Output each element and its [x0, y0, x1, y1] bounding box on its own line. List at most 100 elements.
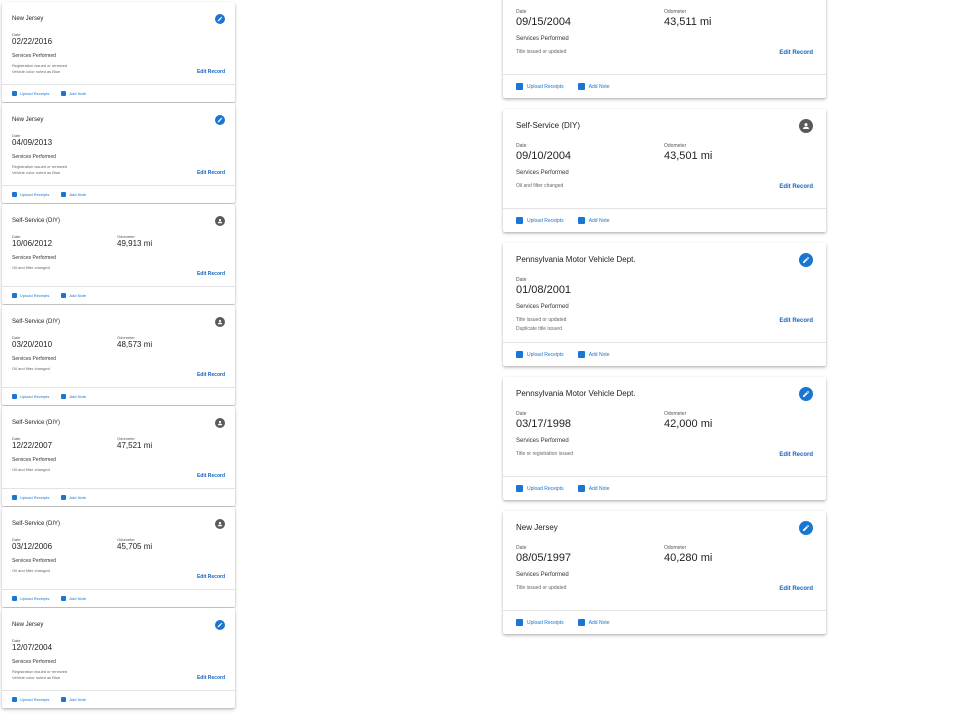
- edit-record-link[interactable]: Edit Record: [197, 473, 225, 479]
- upload-receipts-button[interactable]: Upload Receipts: [516, 83, 564, 90]
- upload-receipts-button[interactable]: Upload Receipts: [12, 293, 49, 298]
- record-date: 09/10/2004: [516, 150, 572, 162]
- services-performed-label: Services Performed: [12, 659, 56, 665]
- upload-receipts-label: Upload Receipts: [527, 83, 564, 90]
- upload-receipts-button[interactable]: Upload Receipts: [12, 697, 49, 702]
- add-note-label: Add Note: [69, 293, 87, 298]
- service-item: Duplicate title issued: [516, 326, 562, 332]
- upload-receipts-button[interactable]: Upload Receipts: [12, 495, 49, 500]
- add-note-button[interactable]: Add Note: [61, 495, 86, 500]
- record-type-icon[interactable]: [215, 418, 225, 428]
- provider-name: Self-Service (DIY): [12, 521, 61, 527]
- add-note-button[interactable]: Add Note: [61, 596, 86, 601]
- service-item: Oil and filter changed: [12, 568, 50, 573]
- upload-icon: [12, 192, 17, 197]
- record-type-icon[interactable]: [215, 620, 225, 630]
- edit-record-link[interactable]: Edit Record: [779, 50, 813, 56]
- edit-record-link[interactable]: Edit Record: [779, 318, 813, 324]
- record-date: 04/09/2013: [12, 138, 53, 147]
- add-note-button[interactable]: Add Note: [61, 293, 86, 298]
- upload-receipts-label: Upload Receipts: [20, 192, 50, 197]
- service-item: Vehicle color noted as Blue: [12, 675, 61, 680]
- add-note-button[interactable]: Add Note: [577, 351, 610, 358]
- service-item: Vehicle color noted as Blue: [12, 170, 61, 175]
- upload-receipts-label: Upload Receipts: [20, 394, 50, 399]
- add-note-button[interactable]: Add Note: [61, 192, 86, 197]
- service-item: Registration issued or renewed: [12, 669, 68, 674]
- service-item: Registration issued or renewed: [12, 63, 68, 68]
- service-item: Title or registration issued: [516, 451, 574, 457]
- upload-receipts-button[interactable]: Upload Receipts: [12, 596, 49, 601]
- service-record-card: Pennsylvania Motor Vehicle Dept. Date 01…: [503, 243, 826, 366]
- record-date: 02/22/2016: [12, 37, 53, 46]
- upload-receipts-button[interactable]: Upload Receipts: [516, 619, 564, 626]
- services-performed-label: Services Performed: [12, 457, 56, 463]
- edit-record-link[interactable]: Edit Record: [197, 574, 225, 580]
- upload-icon: [12, 495, 17, 500]
- record-date: 12/07/2004: [12, 643, 53, 652]
- add-note-button[interactable]: Add Note: [577, 485, 610, 492]
- odometer-label: Odometer: [664, 545, 687, 551]
- record-type-icon[interactable]: [215, 14, 225, 24]
- date-label: Date: [516, 411, 527, 417]
- card-actions: Upload Receipts Add Note: [503, 342, 826, 366]
- edit-record-link[interactable]: Edit Record: [197, 372, 225, 378]
- service-item: Title issued or updated: [516, 49, 567, 55]
- record-type-icon[interactable]: [215, 216, 225, 226]
- upload-receipts-button[interactable]: Upload Receipts: [12, 192, 49, 197]
- odometer-label: Odometer: [664, 9, 687, 15]
- edit-record-link[interactable]: Edit Record: [197, 69, 225, 75]
- service-record-card: Self-Service (DIY) Date 12/22/2007 Odome…: [2, 406, 235, 506]
- record-type-icon[interactable]: [799, 521, 813, 535]
- record-date: 08/05/1997: [516, 552, 572, 564]
- person-icon: [217, 319, 223, 325]
- edit-record-link[interactable]: Edit Record: [779, 184, 813, 190]
- provider-name: New Jersey: [12, 117, 44, 123]
- add-note-button[interactable]: Add Note: [577, 619, 610, 626]
- person-icon: [217, 420, 223, 426]
- edit-record-link[interactable]: Edit Record: [779, 452, 813, 458]
- service-item: Oil and filter changed: [12, 467, 50, 472]
- record-type-icon[interactable]: [799, 387, 813, 401]
- upload-receipts-button[interactable]: Upload Receipts: [516, 351, 564, 358]
- upload-receipts-button[interactable]: Upload Receipts: [516, 485, 564, 492]
- date-label: Date: [516, 545, 527, 551]
- upload-receipts-label: Upload Receipts: [527, 217, 564, 224]
- upload-icon: [12, 394, 17, 399]
- record-type-icon[interactable]: [215, 115, 225, 125]
- upload-receipts-label: Upload Receipts: [20, 596, 50, 601]
- record-type-icon[interactable]: [215, 317, 225, 327]
- record-type-icon[interactable]: [215, 519, 225, 529]
- services-performed-label: Services Performed: [516, 36, 569, 42]
- record-date: 10/06/2012: [12, 239, 53, 248]
- service-record-card: Self-Service (DIY) Date 03/20/2010 Odome…: [2, 305, 235, 405]
- add-note-button[interactable]: Add Note: [61, 697, 86, 702]
- service-record-card: New Jersey Date 08/05/1997 Odometer 40,2…: [503, 511, 826, 634]
- edit-record-link[interactable]: Edit Record: [197, 675, 225, 681]
- service-record-card: Self-Service (DIY) Date 03/12/2006 Odome…: [2, 507, 235, 607]
- edit-record-link[interactable]: Edit Record: [197, 271, 225, 277]
- add-note-button[interactable]: Add Note: [61, 91, 86, 96]
- upload-receipts-button[interactable]: Upload Receipts: [12, 394, 49, 399]
- card-actions: Upload Receipts Add Note: [2, 690, 235, 708]
- note-icon: [577, 217, 585, 224]
- card-actions: Upload Receipts Add Note: [503, 74, 826, 98]
- add-note-button[interactable]: Add Note: [577, 217, 610, 224]
- services-performed-label: Services Performed: [516, 438, 569, 444]
- edit-record-link[interactable]: Edit Record: [197, 170, 225, 176]
- add-note-label: Add Note: [588, 619, 610, 626]
- record-type-icon[interactable]: [799, 119, 813, 133]
- edit-record-link[interactable]: Edit Record: [779, 586, 813, 592]
- record-type-icon[interactable]: [799, 253, 813, 267]
- add-note-button[interactable]: Add Note: [577, 83, 610, 90]
- note-icon: [577, 351, 585, 358]
- upload-receipts-button[interactable]: Upload Receipts: [516, 217, 564, 224]
- services-performed-label: Services Performed: [516, 304, 569, 310]
- odometer-value: 43,501 mi: [664, 150, 713, 162]
- card-actions: Upload Receipts Add Note: [2, 488, 235, 506]
- card-actions: Upload Receipts Add Note: [503, 610, 826, 634]
- upload-icon: [516, 619, 523, 626]
- upload-receipts-button[interactable]: Upload Receipts: [12, 91, 49, 96]
- add-note-label: Add Note: [69, 596, 87, 601]
- add-note-button[interactable]: Add Note: [61, 394, 86, 399]
